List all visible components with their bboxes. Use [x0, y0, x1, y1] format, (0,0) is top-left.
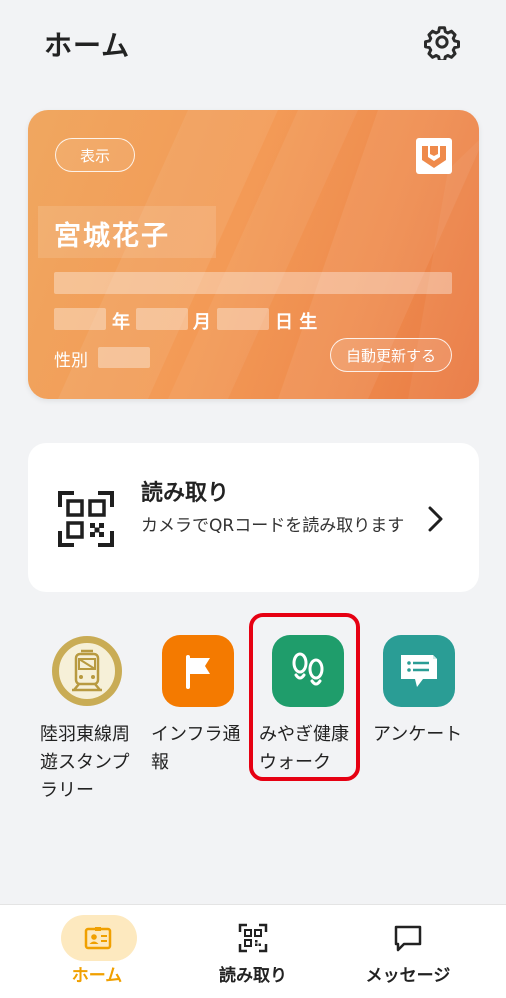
app-label-infra-report: インフラ通報: [151, 724, 241, 773]
nav-label-home: ホーム: [71, 966, 123, 986]
holder-name: 宮城花子: [54, 221, 170, 252]
message-icon: [394, 925, 422, 952]
bottom-nav: ホーム 読み取り メッセージ: [0, 904, 506, 998]
flag-icon: [186, 655, 210, 689]
qr-code-icon: [58, 491, 114, 547]
gender-label: 性別: [54, 351, 88, 371]
auto-refresh-button[interactable]: 自動更新する: [330, 338, 452, 372]
nav-label-scan: 読み取り: [219, 966, 287, 986]
app-label-survey: アンケート: [373, 724, 463, 745]
show-button[interactable]: 表示: [55, 138, 135, 172]
birth-month-redacted: [136, 308, 188, 330]
chevron-right-icon: [428, 506, 443, 532]
scan-card[interactable]: 読み取り カメラでQRコードを読み取ります: [28, 443, 479, 592]
train-icon: [52, 636, 122, 706]
qr-scan-icon: [238, 923, 268, 953]
gear-icon[interactable]: [424, 24, 460, 60]
app-icon-stamp-rally: [51, 635, 123, 707]
page-title: ホーム: [44, 29, 131, 62]
nav-label-message: メッセージ: [365, 966, 451, 986]
id-card: 表示 宮城花子 年 月 日 生 性別 自動更新する: [28, 110, 479, 399]
scan-title: 読み取り: [141, 481, 230, 506]
nav-item-home[interactable]: ホーム: [14, 905, 182, 998]
app-icon-infra-report: [162, 635, 234, 707]
footprints-icon: [292, 652, 324, 686]
app-label-stamp-rally: 陸羽東線周遊スタンプラリー: [40, 724, 130, 801]
app-icon-survey: [383, 635, 455, 707]
app-label-miyagi-walk: みやぎ健康ウォーク: [259, 724, 349, 773]
scan-description: カメラでQRコードを読み取ります: [141, 516, 405, 536]
month-suffix: 月: [193, 312, 211, 333]
day-suffix: 日 生: [275, 312, 318, 333]
survey-icon: [401, 655, 437, 687]
header: ホーム: [0, 0, 506, 86]
gender-redacted: [98, 347, 150, 368]
birth-year-redacted: [54, 308, 106, 330]
birth-day-redacted: [217, 308, 269, 330]
address-redacted: [54, 272, 452, 294]
app-icon-miyagi-walk: [272, 635, 344, 707]
id-card-icon: [84, 927, 112, 950]
nav-item-scan[interactable]: 読み取り: [169, 905, 337, 998]
nav-item-message[interactable]: メッセージ: [324, 905, 492, 998]
year-suffix: 年: [112, 312, 130, 333]
card-logo-icon: [416, 138, 452, 174]
